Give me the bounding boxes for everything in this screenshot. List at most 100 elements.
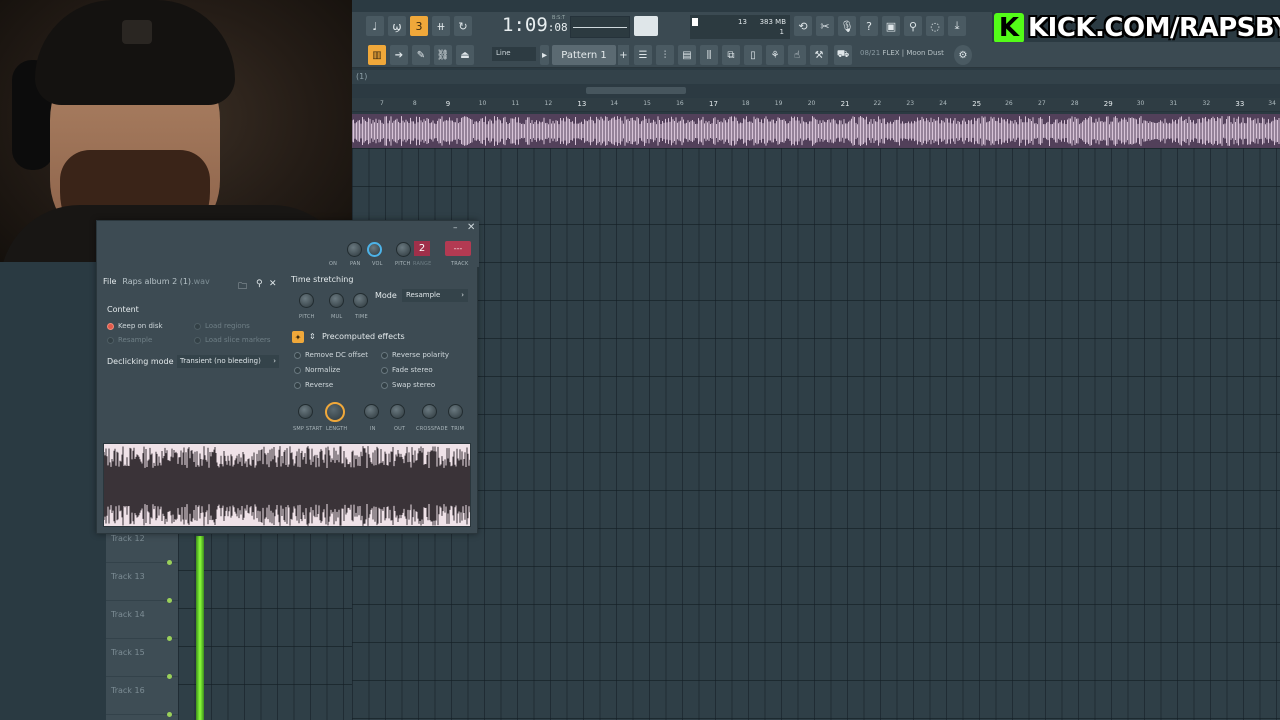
channel-rack-icon[interactable]: ▤ — [678, 45, 696, 65]
playhead-marker[interactable] — [196, 536, 204, 720]
close-icon[interactable]: ✕ — [467, 222, 475, 233]
oscilloscope[interactable] — [570, 16, 630, 38]
hint-index: 08/21 — [860, 49, 881, 57]
master-volume-slider[interactable] — [634, 16, 658, 36]
link-icon[interactable]: ⛓ — [434, 45, 452, 65]
track-mute-led[interactable] — [167, 598, 172, 603]
microphone-icon[interactable]: 🎙 — [838, 16, 856, 36]
track-lanes[interactable] — [178, 532, 352, 720]
on-knob[interactable] — [347, 242, 362, 257]
plugin-icon[interactable]: ⚲ — [904, 16, 922, 36]
ruler-tick: 29 — [1103, 100, 1113, 108]
reverse-led — [294, 381, 301, 389]
clear-file-icon[interactable]: ✕ — [269, 279, 277, 289]
metronome-icon[interactable]: ♩ — [366, 16, 384, 36]
track-mute-led[interactable] — [167, 560, 172, 565]
playlist-scrollbar[interactable] — [352, 85, 1280, 97]
remove-dc-offset-toggle[interactable]: Remove DC offset — [294, 351, 368, 359]
resample-toggle[interactable]: Resample — [107, 336, 152, 344]
folder-icon[interactable]: 🗀 — [238, 279, 247, 295]
track-mute-led[interactable] — [167, 712, 172, 717]
ts-mul-knob[interactable] — [329, 293, 344, 308]
gear-icon[interactable]: ⚙ — [954, 45, 972, 65]
fade-in-knob[interactable] — [364, 404, 379, 419]
browser-icon[interactable]: ⧉ — [722, 45, 740, 65]
playlist-title: (1) — [352, 70, 1280, 84]
volume-knob[interactable] — [367, 242, 382, 257]
download-icon[interactable]: ⤓ — [948, 16, 966, 36]
wait-for-input-icon[interactable]: ϣ — [388, 16, 406, 36]
pattern-selector[interactable]: Pattern 1 — [552, 45, 616, 65]
ruler-tick: 20 — [807, 100, 816, 107]
track-mute-led[interactable] — [167, 674, 172, 679]
playlist-icon[interactable]: ☰ — [634, 45, 652, 65]
sample-start-knob[interactable] — [298, 404, 313, 419]
loop-record-icon[interactable]: ↻ — [454, 16, 472, 36]
ruler-tick: 12 — [544, 100, 553, 107]
cart-icon[interactable]: ⛟ — [834, 45, 852, 65]
keep-on-disk-toggle[interactable]: Keep on disk — [107, 322, 163, 330]
sample-waveform[interactable] — [103, 443, 471, 527]
declicking-select[interactable]: Transient (no bleeding) › — [177, 355, 279, 368]
track-name[interactable]: Track 14 — [111, 610, 145, 619]
channel-icon[interactable]: ▯ — [744, 45, 762, 65]
undo-icon[interactable]: ⟲ — [794, 16, 812, 36]
pitch-knob[interactable] — [396, 242, 411, 257]
help-icon[interactable]: ? — [860, 16, 878, 36]
expand-arrow-icon[interactable]: ⇕ — [309, 332, 316, 341]
fade-out-knob[interactable] — [390, 404, 405, 419]
piano-icon[interactable]: ▥ — [368, 45, 386, 65]
load-regions-led — [194, 322, 201, 330]
track-mute-led[interactable] — [167, 636, 172, 641]
crossfade-knob[interactable] — [422, 404, 437, 419]
scrollbar-thumb[interactable] — [586, 87, 686, 94]
length-knob[interactable] — [325, 402, 345, 422]
track-name[interactable]: Track 12 — [111, 534, 145, 543]
main-toolbar: ▥ ➔ ✎ ⛓ ⏏ Line ▸ Pattern 1 + ☰ ⫶ ▤ ⫼ ⧉ ▯… — [352, 42, 1280, 68]
load-slice-markers-toggle[interactable]: Load slice markers — [194, 336, 271, 344]
snap-select[interactable]: Line — [492, 47, 536, 61]
track-name[interactable]: Track 16 — [111, 686, 145, 695]
timeline-ruler[interactable]: 7 8 9 10 11 12 13 14 15 16 17 18 19 20 21 22 23 24 25 26 27 2… — [352, 98, 1280, 112]
reverse-polarity-toggle[interactable]: Reverse polarity — [381, 351, 449, 359]
pencil-icon[interactable]: ✎ — [412, 45, 430, 65]
playlist-grid[interactable] — [352, 148, 1280, 720]
track-name[interactable]: Track 15 — [111, 648, 145, 657]
add-pattern-button[interactable]: + — [618, 45, 629, 65]
normalize-toggle[interactable]: Normalize — [294, 366, 340, 374]
arrow-right-icon[interactable]: ➔ — [390, 45, 408, 65]
trim-knob[interactable] — [448, 404, 463, 419]
tools-icon[interactable]: ⚒ — [810, 45, 828, 65]
load-regions-toggle[interactable]: Load regions — [194, 322, 250, 330]
blend-notes-icon[interactable]: ⧺ — [432, 16, 450, 36]
stamp-icon[interactable]: ⏏ — [456, 45, 474, 65]
track-name[interactable]: Track 13 — [111, 572, 145, 581]
chat-icon[interactable]: ◌ — [926, 16, 944, 36]
touch-icon[interactable]: ☝ — [788, 45, 806, 65]
countdown-icon[interactable]: 3 — [410, 16, 428, 36]
ruler-tick: 22 — [873, 100, 882, 107]
cut-icon[interactable]: ✂ — [816, 16, 834, 36]
wrench-icon[interactable]: ✦ — [292, 331, 304, 343]
reverse-toggle[interactable]: Reverse — [294, 381, 333, 389]
piano-roll-icon[interactable]: ⫶ — [656, 45, 674, 65]
cpu-monitor[interactable]: 13 383 MB 1 — [690, 15, 790, 39]
ruler-tick: 15 — [643, 100, 651, 107]
range-value[interactable]: 2 — [414, 241, 430, 256]
plugin-picker-icon[interactable]: ⚘ — [766, 45, 784, 65]
audio-clip-waveform[interactable] — [352, 114, 1280, 148]
channel-settings-window: – ✕ ON PAN VOL PITCH 2 RANGE --- TRACK F… — [96, 220, 479, 534]
pin-icon[interactable]: ⚲ — [256, 279, 263, 289]
swap-stereo-toggle[interactable]: Swap stereo — [381, 381, 435, 389]
mixer-track-selector[interactable]: --- — [445, 241, 471, 256]
ts-pitch-knob[interactable] — [299, 293, 314, 308]
save-icon[interactable]: ▣ — [882, 16, 900, 36]
mode-select[interactable]: Resample › — [402, 289, 468, 302]
fade-stereo-toggle[interactable]: Fade stereo — [381, 366, 433, 374]
ts-time-knob[interactable] — [353, 293, 368, 308]
mixer-icon[interactable]: ⫼ — [700, 45, 718, 65]
declicking-label: Declicking mode — [107, 357, 174, 366]
minimize-icon[interactable]: – — [453, 223, 458, 233]
on-label: ON — [329, 261, 338, 267]
pattern-prev-icon[interactable]: ▸ — [540, 45, 549, 65]
